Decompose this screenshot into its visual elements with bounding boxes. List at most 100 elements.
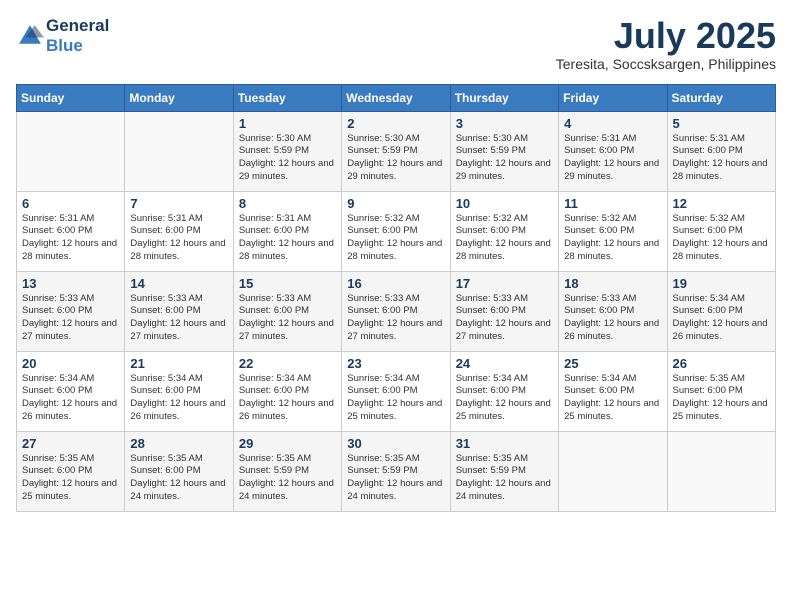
calendar-cell bbox=[559, 431, 667, 511]
day-info: Sunrise: 5:32 AMSunset: 6:00 PMDaylight:… bbox=[564, 213, 661, 264]
calendar-cell: 25 Sunrise: 5:34 AMSunset: 6:00 PMDayligh… bbox=[559, 351, 667, 431]
day-info: Sunrise: 5:33 AMSunset: 6:00 PMDaylight:… bbox=[564, 293, 661, 344]
day-number: 9 bbox=[347, 196, 444, 211]
calendar-cell: 23 Sunrise: 5:34 AMSunset: 6:00 PMDayligh… bbox=[342, 351, 450, 431]
day-number: 20 bbox=[22, 356, 119, 371]
calendar-cell: 11 Sunrise: 5:32 AMSunset: 6:00 PMDayligh… bbox=[559, 191, 667, 271]
day-number: 15 bbox=[239, 276, 336, 291]
calendar-cell: 8 Sunrise: 5:31 AMSunset: 6:00 PMDaylight… bbox=[233, 191, 341, 271]
calendar-table: SundayMondayTuesdayWednesdayThursdayFrid… bbox=[16, 84, 776, 512]
day-number: 4 bbox=[564, 116, 661, 131]
day-info: Sunrise: 5:30 AMSunset: 5:59 PMDaylight:… bbox=[456, 133, 553, 184]
day-number: 25 bbox=[564, 356, 661, 371]
weekday-header-sunday: Sunday bbox=[17, 84, 125, 111]
calendar-cell: 29 Sunrise: 5:35 AMSunset: 5:59 PMDayligh… bbox=[233, 431, 341, 511]
day-info: Sunrise: 5:31 AMSunset: 6:00 PMDaylight:… bbox=[22, 213, 119, 264]
day-number: 22 bbox=[239, 356, 336, 371]
day-info: Sunrise: 5:32 AMSunset: 6:00 PMDaylight:… bbox=[456, 213, 553, 264]
day-info: Sunrise: 5:33 AMSunset: 6:00 PMDaylight:… bbox=[239, 293, 336, 344]
day-info: Sunrise: 5:32 AMSunset: 6:00 PMDaylight:… bbox=[673, 213, 770, 264]
day-number: 17 bbox=[456, 276, 553, 291]
calendar-title: July 2025 bbox=[556, 16, 776, 56]
day-info: Sunrise: 5:35 AMSunset: 6:00 PMDaylight:… bbox=[673, 373, 770, 424]
day-info: Sunrise: 5:35 AMSunset: 5:59 PMDaylight:… bbox=[239, 453, 336, 504]
calendar-cell: 3 Sunrise: 5:30 AMSunset: 5:59 PMDaylight… bbox=[450, 111, 558, 191]
calendar-cell bbox=[17, 111, 125, 191]
day-number: 31 bbox=[456, 436, 553, 451]
calendar-cell: 6 Sunrise: 5:31 AMSunset: 6:00 PMDaylight… bbox=[17, 191, 125, 271]
day-number: 26 bbox=[673, 356, 770, 371]
weekday-header-wednesday: Wednesday bbox=[342, 84, 450, 111]
day-number: 1 bbox=[239, 116, 336, 131]
day-info: Sunrise: 5:33 AMSunset: 6:00 PMDaylight:… bbox=[347, 293, 444, 344]
day-number: 18 bbox=[564, 276, 661, 291]
calendar-cell: 15 Sunrise: 5:33 AMSunset: 6:00 PMDayligh… bbox=[233, 271, 341, 351]
day-info: Sunrise: 5:32 AMSunset: 6:00 PMDaylight:… bbox=[347, 213, 444, 264]
day-number: 19 bbox=[673, 276, 770, 291]
day-info: Sunrise: 5:35 AMSunset: 5:59 PMDaylight:… bbox=[456, 453, 553, 504]
day-number: 3 bbox=[456, 116, 553, 131]
calendar-cell: 4 Sunrise: 5:31 AMSunset: 6:00 PMDaylight… bbox=[559, 111, 667, 191]
calendar-cell: 21 Sunrise: 5:34 AMSunset: 6:00 PMDayligh… bbox=[125, 351, 233, 431]
calendar-week-row: 13Sunrise: 5:33 AMSunset: 6:00 PMDayligh… bbox=[17, 271, 776, 351]
day-number: 29 bbox=[239, 436, 336, 451]
day-info: Sunrise: 5:34 AMSunset: 6:00 PMDaylight:… bbox=[347, 373, 444, 424]
weekday-header-row: SundayMondayTuesdayWednesdayThursdayFrid… bbox=[17, 84, 776, 111]
calendar-cell: 14 Sunrise: 5:33 AMSunset: 6:00 PMDayligh… bbox=[125, 271, 233, 351]
day-info: Sunrise: 5:34 AMSunset: 6:00 PMDaylight:… bbox=[456, 373, 553, 424]
day-info: Sunrise: 5:33 AMSunset: 6:00 PMDaylight:… bbox=[130, 293, 227, 344]
calendar-cell: 19 Sunrise: 5:34 AMSunset: 6:00 PMDayligh… bbox=[667, 271, 775, 351]
day-info: Sunrise: 5:34 AMSunset: 6:00 PMDaylight:… bbox=[673, 293, 770, 344]
calendar-cell: 10 Sunrise: 5:32 AMSunset: 6:00 PMDayligh… bbox=[450, 191, 558, 271]
day-info: Sunrise: 5:30 AMSunset: 5:59 PMDaylight:… bbox=[347, 133, 444, 184]
weekday-header-friday: Friday bbox=[559, 84, 667, 111]
day-number: 2 bbox=[347, 116, 444, 131]
day-info: Sunrise: 5:34 AMSunset: 6:00 PMDaylight:… bbox=[239, 373, 336, 424]
day-number: 30 bbox=[347, 436, 444, 451]
day-info: Sunrise: 5:34 AMSunset: 6:00 PMDaylight:… bbox=[564, 373, 661, 424]
day-info: Sunrise: 5:30 AMSunset: 5:59 PMDaylight:… bbox=[239, 133, 336, 184]
calendar-week-row: 27Sunrise: 5:35 AMSunset: 6:00 PMDayligh… bbox=[17, 431, 776, 511]
day-info: Sunrise: 5:35 AMSunset: 5:59 PMDaylight:… bbox=[347, 453, 444, 504]
calendar-cell: 7Sunrise: 5:31 AMSunset: 6:00 PMDaylight… bbox=[125, 191, 233, 271]
logo-text-line1: General bbox=[46, 16, 109, 36]
weekday-header-thursday: Thursday bbox=[450, 84, 558, 111]
day-number: 8 bbox=[239, 196, 336, 211]
calendar-cell: 28Sunrise: 5:35 AMSunset: 6:00 PMDayligh… bbox=[125, 431, 233, 511]
calendar-cell: 5 Sunrise: 5:31 AMSunset: 6:00 PMDaylight… bbox=[667, 111, 775, 191]
calendar-cell: 30 Sunrise: 5:35 AMSunset: 5:59 PMDayligh… bbox=[342, 431, 450, 511]
weekday-header-monday: Monday bbox=[125, 84, 233, 111]
calendar-subtitle: Teresita, Soccsksargen, Philippines bbox=[556, 56, 776, 72]
day-number: 6 bbox=[22, 196, 119, 211]
day-info: Sunrise: 5:31 AMSunset: 6:00 PMDaylight:… bbox=[239, 213, 336, 264]
day-info: Sunrise: 5:31 AMSunset: 6:00 PMDaylight:… bbox=[564, 133, 661, 184]
logo-icon bbox=[16, 22, 44, 50]
day-number: 21 bbox=[130, 356, 227, 371]
logo-text-line2: Blue bbox=[46, 36, 109, 56]
calendar-cell: 26 Sunrise: 5:35 AMSunset: 6:00 PMDayligh… bbox=[667, 351, 775, 431]
day-number: 12 bbox=[673, 196, 770, 211]
calendar-cell: 20Sunrise: 5:34 AMSunset: 6:00 PMDayligh… bbox=[17, 351, 125, 431]
calendar-cell bbox=[667, 431, 775, 511]
day-number: 24 bbox=[456, 356, 553, 371]
day-info: Sunrise: 5:31 AMSunset: 6:00 PMDaylight:… bbox=[673, 133, 770, 184]
calendar-cell: 31 Sunrise: 5:35 AMSunset: 5:59 PMDayligh… bbox=[450, 431, 558, 511]
calendar-cell: 13Sunrise: 5:33 AMSunset: 6:00 PMDayligh… bbox=[17, 271, 125, 351]
calendar-cell: 1 Sunrise: 5:30 AMSunset: 5:59 PMDaylight… bbox=[233, 111, 341, 191]
calendar-cell bbox=[125, 111, 233, 191]
calendar-cell: 16 Sunrise: 5:33 AMSunset: 6:00 PMDayligh… bbox=[342, 271, 450, 351]
day-number: 14 bbox=[130, 276, 227, 291]
calendar-cell: 27Sunrise: 5:35 AMSunset: 6:00 PMDayligh… bbox=[17, 431, 125, 511]
day-number: 27 bbox=[22, 436, 119, 451]
day-number: 10 bbox=[456, 196, 553, 211]
day-number: 11 bbox=[564, 196, 661, 211]
day-number: 16 bbox=[347, 276, 444, 291]
calendar-cell: 9 Sunrise: 5:32 AMSunset: 6:00 PMDaylight… bbox=[342, 191, 450, 271]
weekday-header-tuesday: Tuesday bbox=[233, 84, 341, 111]
weekday-header-saturday: Saturday bbox=[667, 84, 775, 111]
day-info: Sunrise: 5:34 AMSunset: 6:00 PMDaylight:… bbox=[130, 373, 227, 424]
calendar-cell: 18 Sunrise: 5:33 AMSunset: 6:00 PMDayligh… bbox=[559, 271, 667, 351]
day-number: 5 bbox=[673, 116, 770, 131]
calendar-week-row: 20 Sunrise: 5:34 AMSunset: 6:00 PMDayligh… bbox=[17, 351, 776, 431]
day-number: 23 bbox=[347, 356, 444, 371]
